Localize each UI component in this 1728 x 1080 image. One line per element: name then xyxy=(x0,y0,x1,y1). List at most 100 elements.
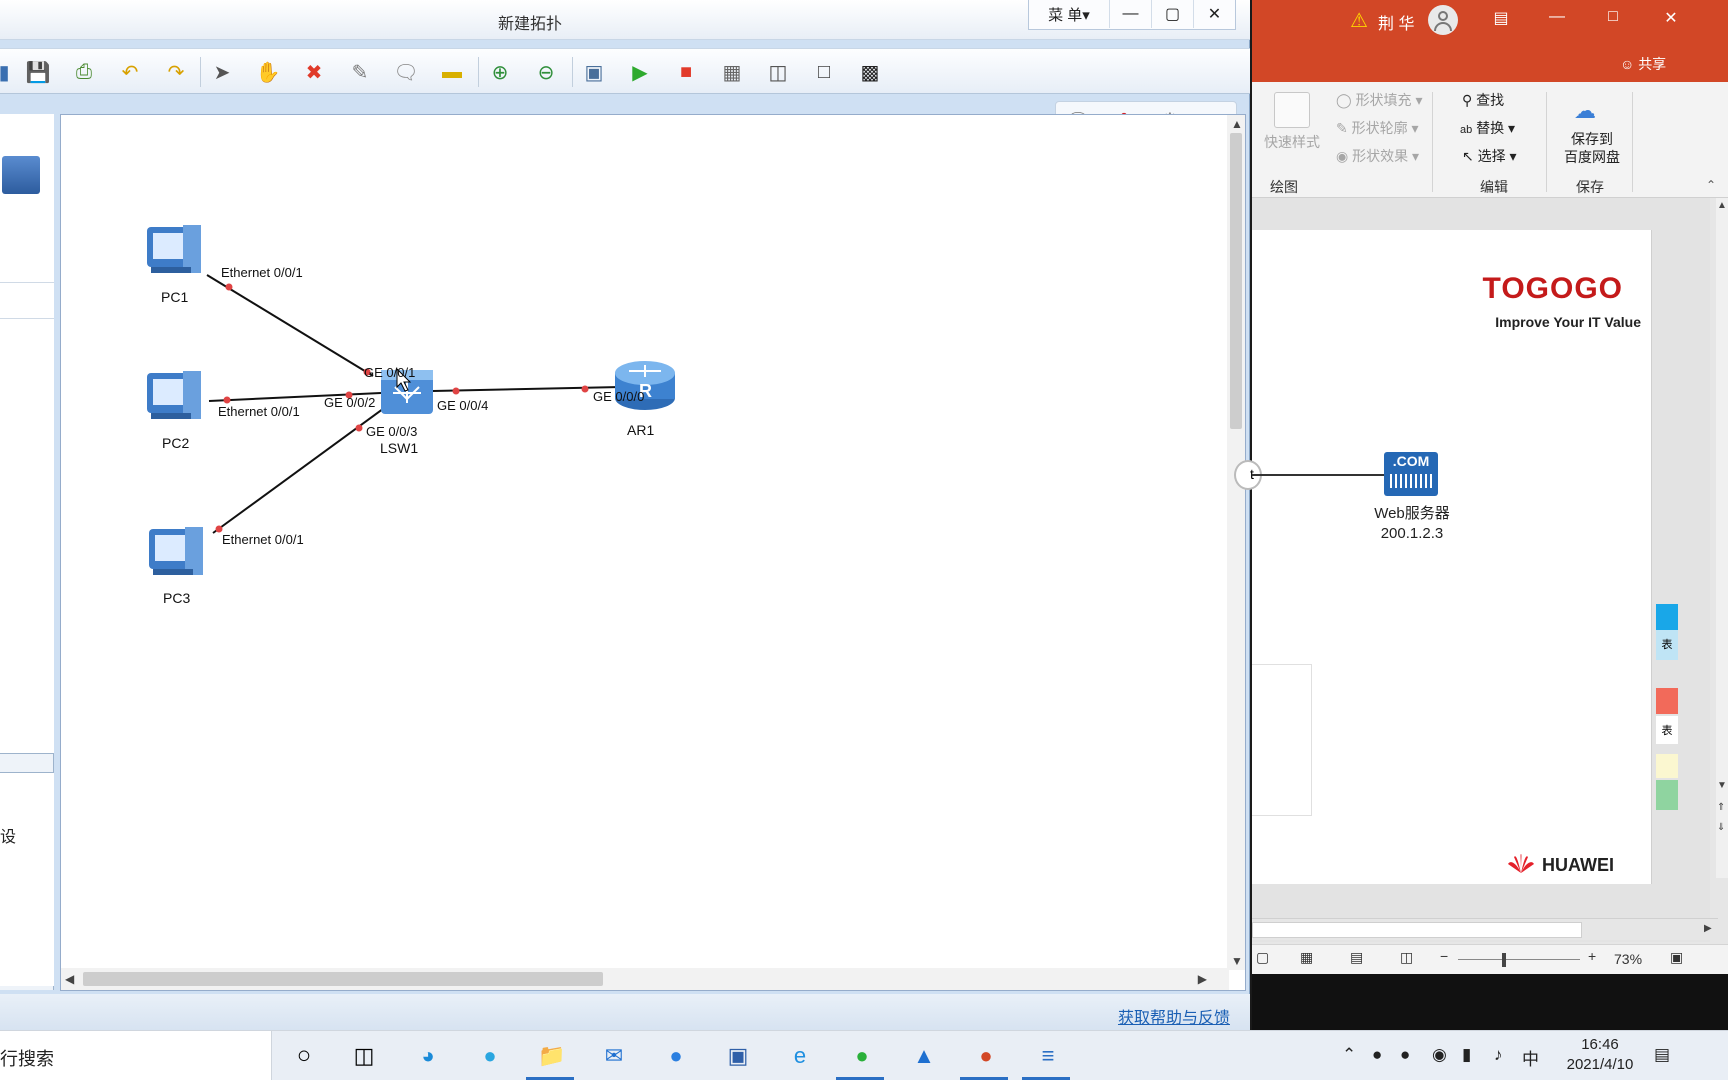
browser-icon[interactable]: ● xyxy=(474,1041,506,1071)
find-button[interactable]: ⚲ 查找 xyxy=(1462,90,1504,110)
undo-icon[interactable]: ↶ xyxy=(116,58,144,86)
quick-style-icon[interactable] xyxy=(1274,92,1310,128)
topology-diagram[interactable]: R PC1 PC2 PC3 LSW1 AR1 Ethernet 0/0/1 Et… xyxy=(61,115,1229,970)
minimize-icon[interactable]: — xyxy=(1109,0,1151,28)
volume-icon[interactable]: ♪ xyxy=(1494,1045,1503,1065)
select-button[interactable]: ↖ 选择 ▾ xyxy=(1462,146,1517,166)
save-icon[interactable]: 💾 xyxy=(24,58,52,86)
wifi-icon[interactable]: ◉ xyxy=(1432,1045,1447,1065)
notification-icon[interactable]: ▤ xyxy=(1654,1045,1670,1065)
window-icon[interactable]: □ xyxy=(810,58,838,86)
taskbar-search[interactable]: 行搜索 xyxy=(0,1031,272,1080)
collapse-ribbon-icon[interactable]: ⌃ xyxy=(1706,178,1716,192)
scroll-down-icon[interactable]: ▼ xyxy=(1231,954,1243,968)
photos-icon[interactable]: ▲ xyxy=(908,1041,940,1071)
zoom-level[interactable]: 73% xyxy=(1614,951,1642,967)
shape-effect-button[interactable]: ◉ 形状效果 ▾ xyxy=(1336,146,1419,166)
powerpoint-title-bar[interactable]: ⚠ 荆 华 ▤ — □ ✕ ☺ 共享 xyxy=(1252,0,1728,82)
ime-indicator[interactable]: 中 xyxy=(1522,1045,1539,1070)
mail-icon[interactable]: ✉ xyxy=(598,1041,630,1071)
rectangle-icon[interactable]: ▬ xyxy=(438,58,466,86)
redo-icon[interactable]: ↷ xyxy=(162,58,190,86)
zoom-out-icon[interactable]: − xyxy=(1440,948,1448,964)
file-explorer-icon[interactable]: 📁 xyxy=(536,1041,568,1071)
canvas-horizontal-scrollbar[interactable]: ◀ ▶ xyxy=(61,968,1229,990)
user-name[interactable]: 荆 华 xyxy=(1378,10,1414,34)
canvas-vertical-scrollbar[interactable]: ▲ ▼ xyxy=(1227,115,1245,970)
ribbon-display-icon[interactable]: ▤ xyxy=(1486,8,1516,28)
zoom-out-icon[interactable]: ⊖ xyxy=(532,58,560,86)
minimize-icon[interactable]: — xyxy=(1542,8,1572,26)
avatar[interactable] xyxy=(1428,5,1458,35)
edge-icon[interactable]: ◕ xyxy=(412,1041,444,1071)
hand-icon[interactable]: ✋ xyxy=(254,58,282,86)
scrollbar-thumb[interactable] xyxy=(1230,133,1242,429)
pc1-device-icon xyxy=(147,225,201,273)
slideshow-icon[interactable]: ◫ xyxy=(1400,949,1413,966)
remote-desktop-icon[interactable]: ▣ xyxy=(722,1041,754,1071)
shape-fill-button[interactable]: ◯ 形状填充 ▾ xyxy=(1336,90,1422,110)
firewall-device-icon[interactable] xyxy=(2,156,40,194)
topology-icon[interactable]: ◫ xyxy=(764,58,792,86)
save-to-baidu-button[interactable]: 保存到 百度网盘 xyxy=(1564,130,1620,166)
normal-view-icon[interactable]: ▢ xyxy=(1256,949,1269,966)
qq-icon[interactable]: ● xyxy=(1400,1045,1410,1065)
zoom-in-icon[interactable]: + xyxy=(1588,948,1596,964)
reading-view-icon[interactable]: ▤ xyxy=(1350,949,1363,966)
task-view-icon[interactable]: ◫ xyxy=(348,1041,380,1071)
close-icon[interactable]: ✕ xyxy=(1193,0,1235,28)
stop-device-icon[interactable]: ■ xyxy=(672,58,700,86)
delete-link-icon[interactable]: ✎ xyxy=(346,58,374,86)
next-slide-icon[interactable]: ⇓ xyxy=(1717,822,1725,833)
slide-horizontal-scrollbar[interactable]: ▶ xyxy=(1252,918,1718,940)
ie-icon[interactable]: e xyxy=(784,1041,816,1071)
print-icon[interactable]: ⎙ xyxy=(70,58,98,86)
text-note-icon[interactable]: 🗨 xyxy=(392,58,420,86)
topology-canvas[interactable]: R PC1 PC2 PC3 LSW1 AR1 Ethernet 0/0/1 Et… xyxy=(60,114,1246,991)
system-clock[interactable]: 16:46 2021/4/10 xyxy=(1550,1035,1650,1075)
scrollbar-thumb[interactable] xyxy=(1252,922,1582,938)
maximize-icon[interactable]: ▢ xyxy=(1151,0,1193,28)
wechat-icon[interactable]: ● xyxy=(846,1041,878,1071)
battery-icon[interactable]: ▮ xyxy=(1462,1045,1471,1065)
new-file-icon[interactable]: ▮ xyxy=(0,58,18,86)
previous-slide-icon[interactable]: ⇑ xyxy=(1717,802,1725,813)
replace-button[interactable]: ab 替换 ▾ xyxy=(1460,118,1515,138)
capture-icon[interactable]: ▦ xyxy=(718,58,746,86)
ensp-title-bar[interactable]: 新建拓扑 菜 单▾ — ▢ ✕ xyxy=(0,0,1250,40)
chevron-up-icon[interactable]: ⌃ xyxy=(1342,1045,1356,1065)
zoom-slider[interactable] xyxy=(1458,953,1580,967)
slide-page[interactable]: TOGOGO Improve Your IT Value t .COM Web服… xyxy=(1234,230,1652,884)
shape-outline-button[interactable]: ✎ 形状轮廓 ▾ xyxy=(1336,118,1419,138)
scroll-up-icon[interactable]: ▲ xyxy=(1231,117,1243,131)
slide-vertical-scrollbar[interactable]: ▲ ▼ ⇑ ⇓ xyxy=(1716,198,1728,878)
scroll-left-icon[interactable]: ◀ xyxy=(65,972,74,986)
app-l-icon[interactable]: ● xyxy=(660,1041,692,1071)
zoom-slider-knob[interactable] xyxy=(1502,953,1506,967)
microphone-icon[interactable]: ● xyxy=(1372,1045,1382,1065)
baidu-cloud-icon[interactable]: ☁ xyxy=(1574,98,1596,124)
scrollbar-thumb[interactable] xyxy=(83,972,603,986)
start-device-icon[interactable]: ▶ xyxy=(626,58,654,86)
maximize-icon[interactable]: □ xyxy=(1598,8,1628,26)
slide-sorter-icon[interactable]: ▦ xyxy=(1300,949,1313,966)
pointer-icon[interactable]: ➤ xyxy=(208,58,236,86)
ensp-icon[interactable]: ≡ xyxy=(1032,1041,1064,1071)
scroll-down-icon[interactable]: ▼ xyxy=(1717,780,1727,791)
delete-icon[interactable]: ✖ xyxy=(300,58,328,86)
ensp-menu-button[interactable]: 菜 单▾ xyxy=(1029,0,1109,28)
cortana-icon[interactable]: ○ xyxy=(288,1041,320,1071)
help-feedback-link[interactable]: 获取帮助与反馈 xyxy=(1118,1004,1230,1028)
quick-style-button[interactable]: 快速样式 xyxy=(1264,132,1320,152)
warning-icon[interactable]: ⚠ xyxy=(1350,8,1368,33)
fit-view-icon[interactable]: ▣ xyxy=(580,58,608,86)
scroll-right-icon[interactable]: ▶ xyxy=(1704,923,1712,934)
powerpoint-icon[interactable]: ● xyxy=(970,1041,1002,1071)
close-icon[interactable]: ✕ xyxy=(1656,8,1686,28)
scroll-right-icon[interactable]: ▶ xyxy=(1198,972,1207,986)
scroll-up-icon[interactable]: ▲ xyxy=(1717,200,1727,211)
screenshot-icon[interactable]: ▩ xyxy=(856,58,884,86)
zoom-in-icon[interactable]: ⊕ xyxy=(486,58,514,86)
fit-slide-icon[interactable]: ▣ xyxy=(1670,949,1683,966)
share-button[interactable]: ☺ 共享 xyxy=(1620,54,1666,74)
